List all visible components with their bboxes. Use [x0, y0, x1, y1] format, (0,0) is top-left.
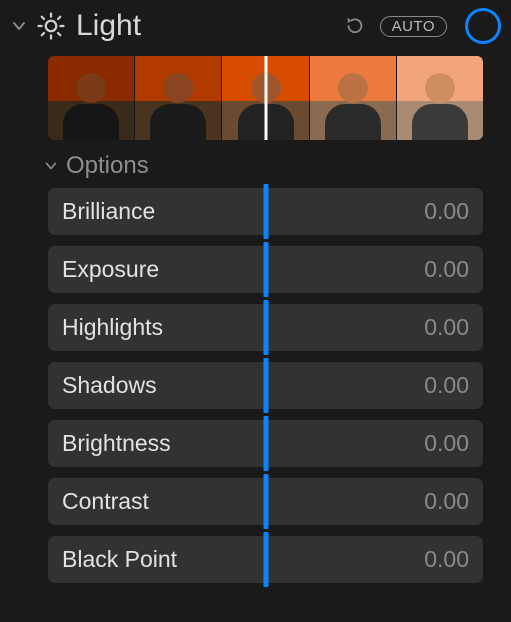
slider-value: 0.00	[424, 314, 469, 341]
slider-handle[interactable]	[263, 474, 268, 529]
slider-handle[interactable]	[263, 242, 268, 297]
light-adjust-panel: Light AUTO Options Brilliance0.00Exposur…	[0, 0, 511, 606]
options-disclosure[interactable]: Options	[44, 152, 501, 180]
preview-indicator[interactable]	[264, 56, 267, 140]
slider-label: Highlights	[62, 314, 163, 341]
slider-highlights[interactable]: Highlights 0.00	[48, 304, 483, 351]
slider-brilliance[interactable]: Brilliance 0.00	[48, 188, 483, 235]
light-preview-strip[interactable]	[48, 56, 483, 140]
slider-value: 0.00	[424, 372, 469, 399]
slider-black-point[interactable]: Black Point 0.00	[48, 536, 483, 583]
preview-thumb	[396, 56, 483, 140]
undo-icon[interactable]	[344, 15, 366, 37]
slider-exposure[interactable]: Exposure 0.00	[48, 246, 483, 293]
slider-handle[interactable]	[263, 184, 268, 239]
preview-thumb	[309, 56, 396, 140]
slider-value: 0.00	[424, 546, 469, 573]
preview-thumb	[48, 56, 134, 140]
slider-value: 0.00	[424, 198, 469, 225]
slider-label: Brilliance	[62, 198, 155, 225]
slider-label: Exposure	[62, 256, 159, 283]
slider-label: Contrast	[62, 488, 149, 515]
slider-value: 0.00	[424, 430, 469, 457]
sliders-list: Brilliance 0.00 Exposure 0.00 Highlights 0.00…	[48, 188, 483, 583]
slider-label: Black Point	[62, 546, 177, 573]
slider-value: 0.00	[424, 256, 469, 283]
slider-handle[interactable]	[263, 532, 268, 587]
slider-brightness[interactable]: Brightness 0.00	[48, 420, 483, 467]
slider-contrast[interactable]: Contrast 0.00	[48, 478, 483, 525]
slider-value: 0.00	[424, 488, 469, 515]
enable-toggle-ring[interactable]	[465, 8, 501, 44]
auto-button[interactable]: AUTO	[380, 16, 447, 37]
slider-handle[interactable]	[263, 416, 268, 471]
section-title: Light	[76, 9, 141, 43]
slider-label: Shadows	[62, 372, 157, 399]
preview-thumb	[134, 56, 221, 140]
chevron-down-icon[interactable]	[10, 17, 28, 35]
chevron-down-icon	[44, 159, 58, 173]
slider-label: Brightness	[62, 430, 171, 457]
light-icon	[36, 11, 66, 41]
light-section-header: Light AUTO	[10, 0, 501, 52]
slider-handle[interactable]	[263, 300, 268, 355]
slider-shadows[interactable]: Shadows 0.00	[48, 362, 483, 409]
options-title: Options	[66, 152, 149, 180]
slider-handle[interactable]	[263, 358, 268, 413]
